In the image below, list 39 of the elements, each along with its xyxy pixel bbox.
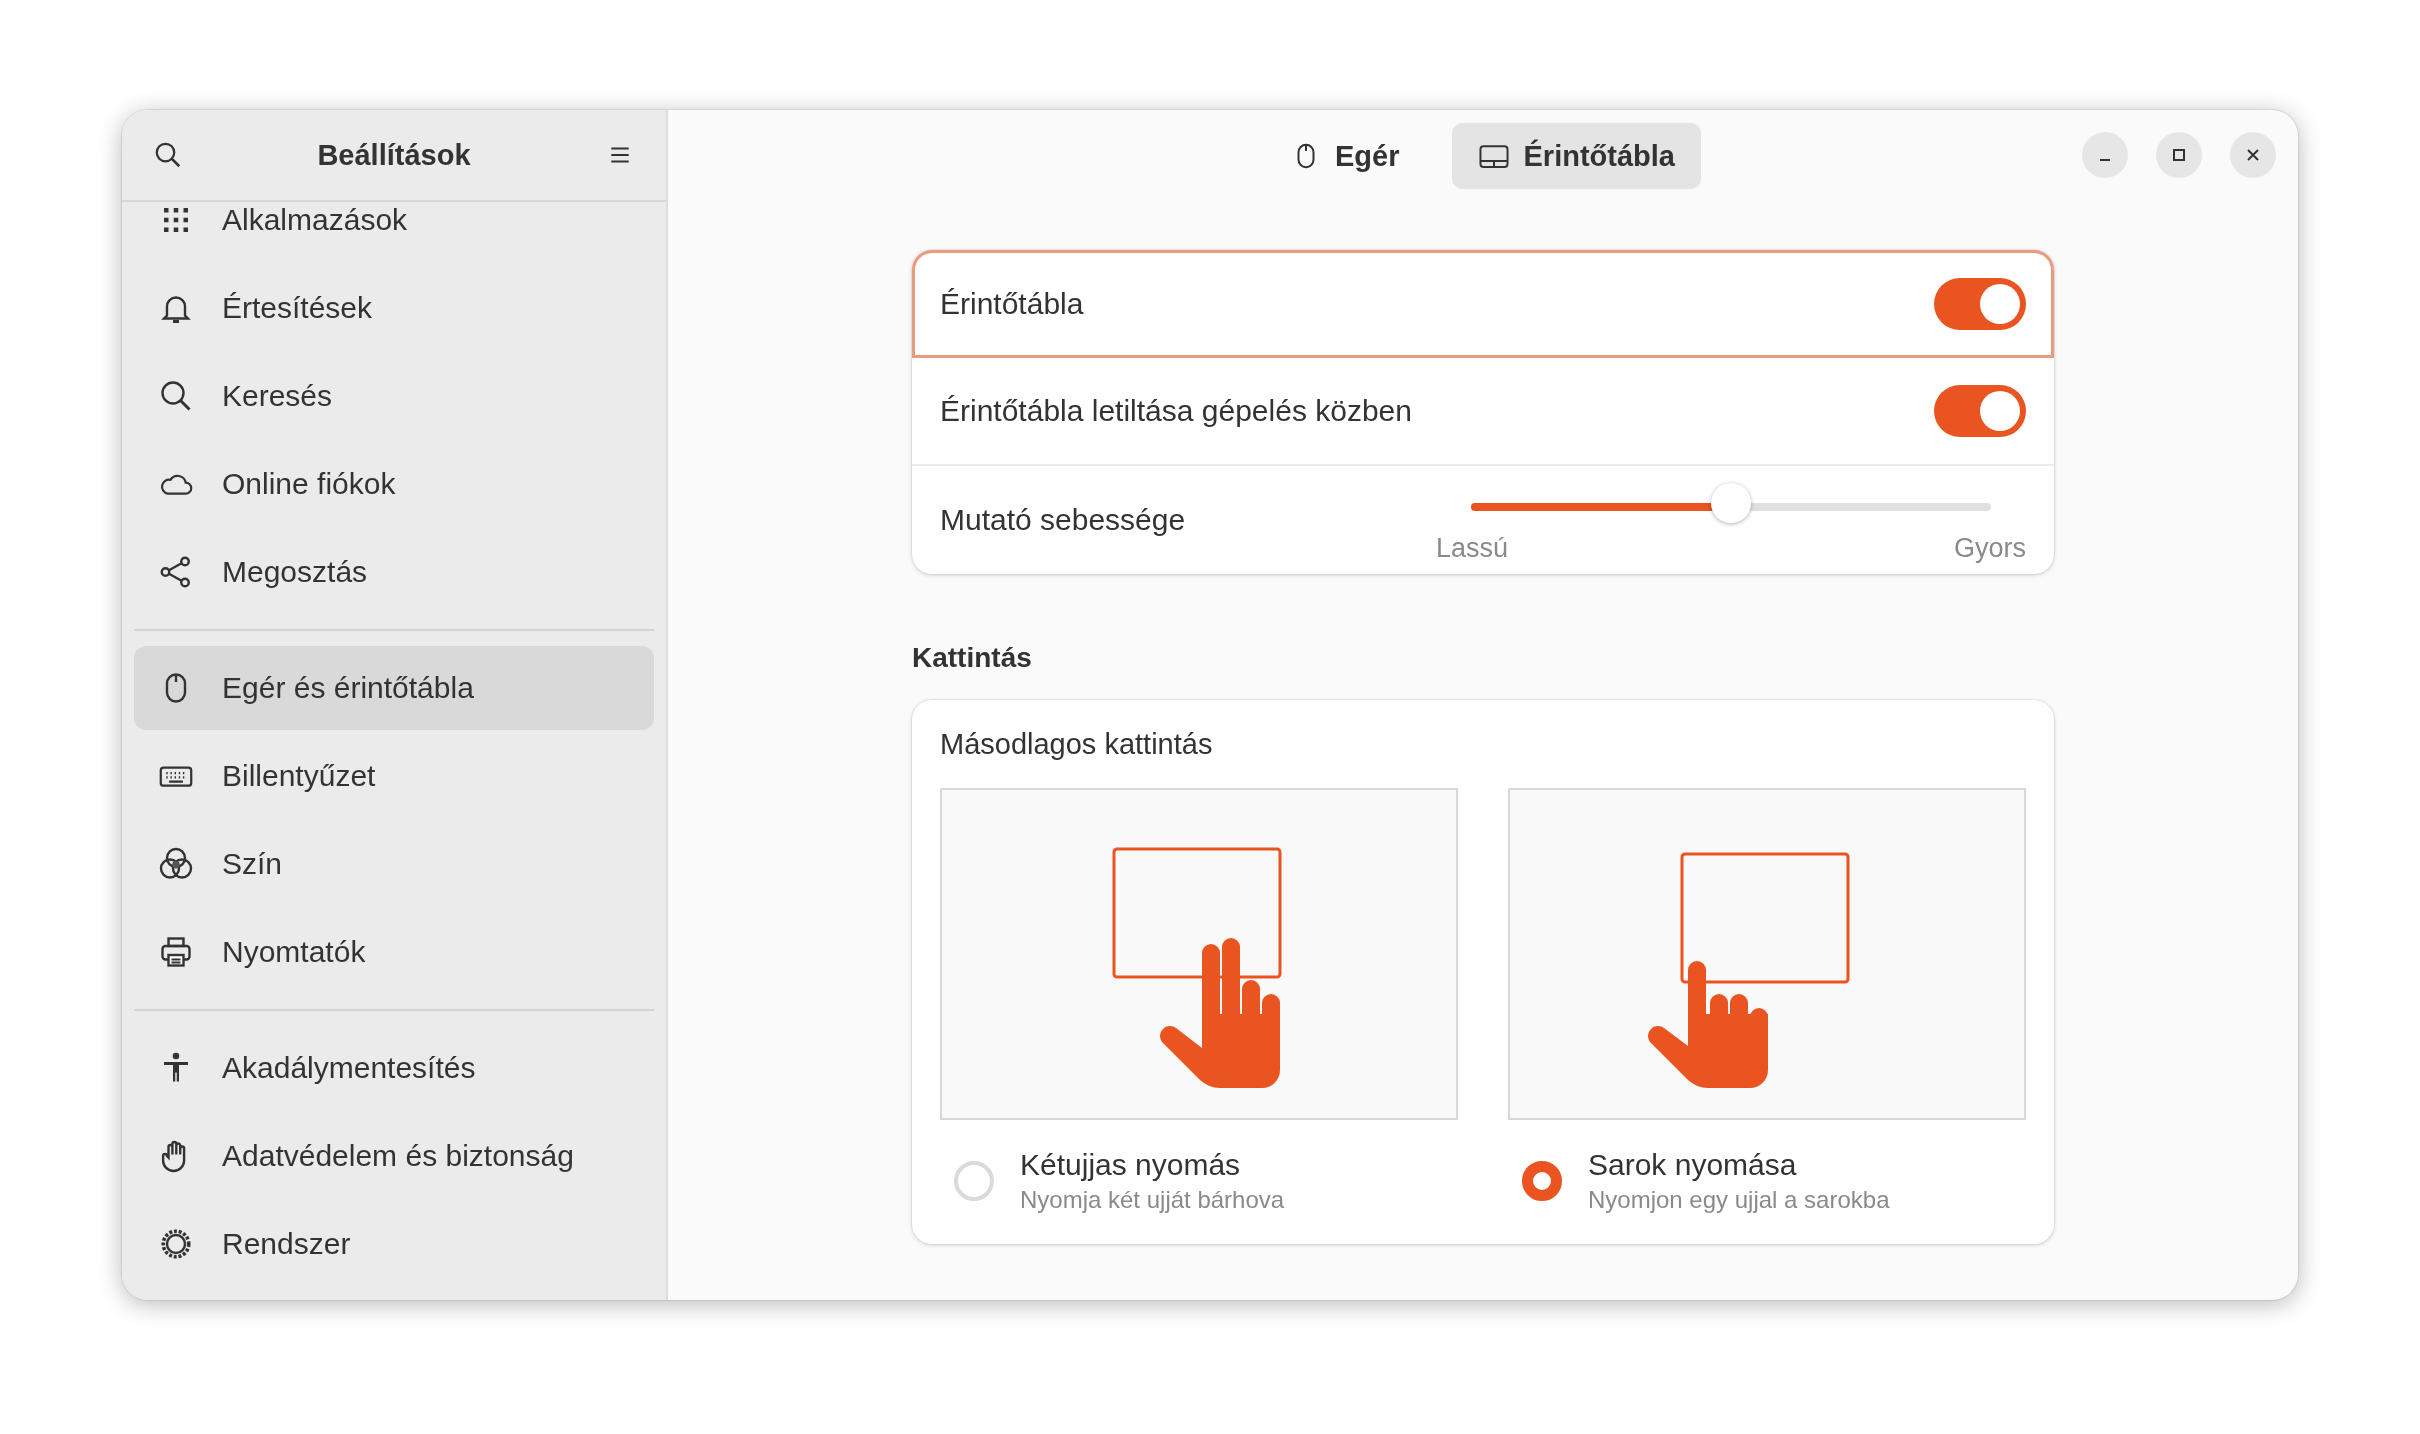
toggle-switch[interactable] bbox=[1934, 278, 2026, 330]
sidebar-item[interactable]: Online fiókok bbox=[134, 442, 654, 526]
sidebar-item[interactable]: Keresés bbox=[134, 354, 654, 438]
sidebar-item[interactable]: Akadálymentesítés bbox=[134, 1026, 654, 1110]
search-icon bbox=[153, 140, 183, 170]
illustration-panel[interactable] bbox=[940, 788, 1458, 1120]
option-description: Nyomjon egy ujjal a sarokba bbox=[1588, 1186, 1890, 1214]
slider-mark-label: Gyors bbox=[1954, 532, 2026, 564]
sidebar-item[interactable]: Szín bbox=[134, 822, 654, 906]
setting-label: Érintőtábla bbox=[940, 287, 1084, 321]
minimize-icon bbox=[2099, 158, 2111, 162]
window-title: Beállítások bbox=[317, 138, 471, 172]
sidebar-item[interactable]: Adatvédelem és biztonság bbox=[134, 1114, 654, 1198]
gear-icon bbox=[158, 1226, 194, 1262]
option-description: Nyomja két ujját bárhova bbox=[1020, 1186, 1285, 1214]
slider-mark-label: Lassú bbox=[1436, 532, 1509, 564]
setting-label: Érintőtábla letiltása gépelés közben bbox=[940, 394, 1412, 428]
toggle-switch[interactable] bbox=[1934, 385, 2026, 437]
illustration-panel[interactable] bbox=[1508, 788, 2026, 1120]
close-button[interactable] bbox=[2230, 132, 2276, 178]
sidebar-item[interactable]: Egér és érintőtábla bbox=[134, 646, 654, 730]
color-circles-icon bbox=[158, 846, 194, 882]
radio-button[interactable] bbox=[1522, 1161, 1562, 1201]
sidebar-item[interactable]: Megosztás bbox=[134, 530, 654, 614]
sidebar-item[interactable]: Értesítések bbox=[134, 266, 654, 350]
sidebar-item[interactable]: Rendszer bbox=[134, 1202, 654, 1286]
sidebar-item[interactable]: Billentyűzet bbox=[134, 734, 654, 818]
card-title: Másodlagos kattintás bbox=[940, 726, 1214, 762]
option-label: Kétujjas nyomás bbox=[1020, 1148, 1242, 1182]
view-tab[interactable]: Érintőtábla bbox=[1451, 123, 1701, 189]
section-heading: Kattintás bbox=[912, 642, 1033, 674]
option-label: Sarok nyomása bbox=[1588, 1148, 1798, 1182]
sidebar-item[interactable]: Nyomtatók bbox=[134, 910, 654, 994]
slider-thumb[interactable] bbox=[1711, 482, 1751, 523]
maximize-button[interactable] bbox=[2156, 132, 2202, 178]
printer-icon bbox=[158, 934, 194, 970]
setting-label: Mutató sebessége bbox=[940, 503, 1186, 537]
sidebar-item[interactable]: Alkalmazások bbox=[134, 202, 654, 262]
view-tab[interactable]: Egér bbox=[1265, 123, 1426, 189]
